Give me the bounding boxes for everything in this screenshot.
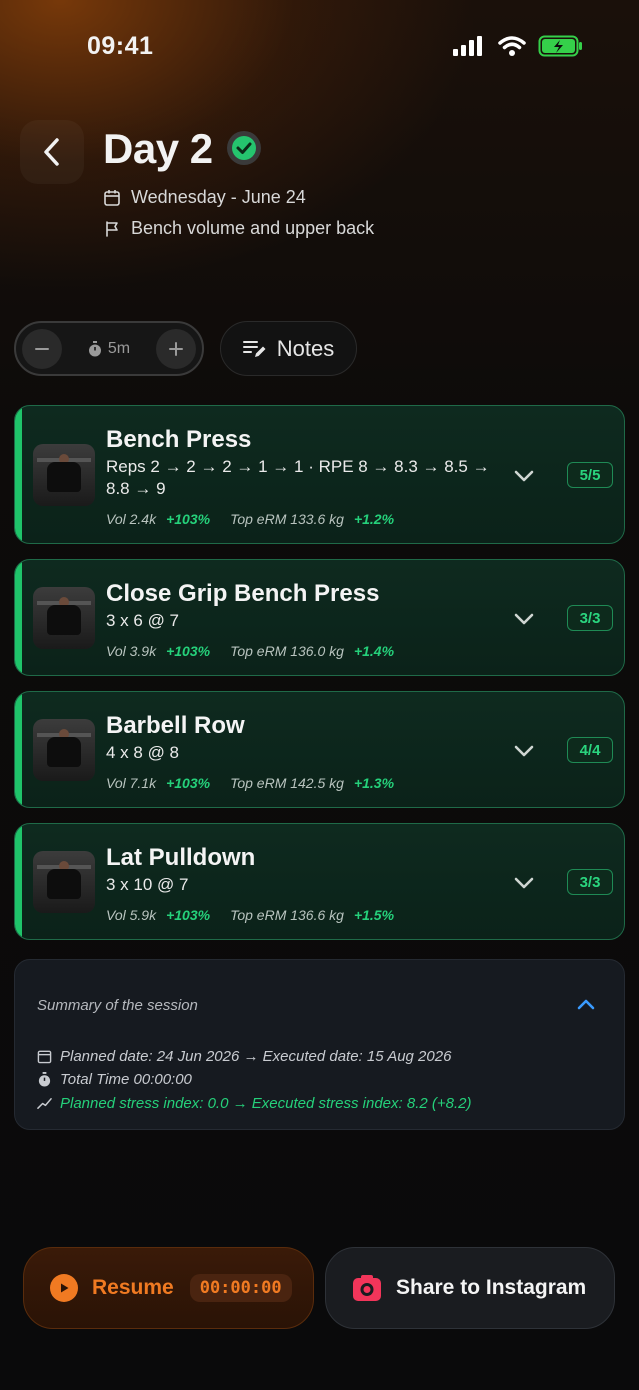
resume-label: Resume [92, 1276, 174, 1299]
status-time: 09:41 [87, 32, 154, 60]
erm-change: +1.5% [353, 907, 395, 923]
volume-value: Vol 5.9k [106, 907, 157, 923]
increase-timer-button[interactable] [155, 328, 196, 369]
volume-change: +103% [166, 775, 211, 791]
flag-icon [106, 220, 118, 237]
completed-check-icon [227, 131, 261, 165]
play-icon [50, 1274, 78, 1302]
exercise-thumbnail [33, 851, 95, 913]
sets-completed-badge: 4/4 [567, 737, 613, 763]
exercise-card-barbell-row[interactable]: Barbell Row 4 x 8 @ 8 Vol 7.1k +103% Top… [14, 691, 625, 808]
sets-completed-badge: 3/3 [567, 869, 613, 895]
calendar-icon [37, 1050, 52, 1064]
timer-value: 5m [107, 339, 131, 357]
stopwatch-icon [38, 1072, 51, 1087]
date-row: Wednesday - June 24 [103, 187, 306, 208]
volume-value: Vol 3.9k [106, 643, 157, 659]
erm-value: Top eRM 142.5 kg [230, 775, 344, 791]
summary-total-time: Total Time 00:00:00 [60, 1071, 192, 1088]
exercise-thumbnail [33, 587, 95, 649]
edit-notes-icon [242, 340, 266, 357]
sets-completed-badge: 5/5 [567, 462, 613, 488]
summary-stress-row: Planned stress index: 0.0 → Executed str… [37, 1095, 471, 1112]
erm-change: +1.2% [353, 511, 395, 527]
exercise-name: Bench Press [106, 426, 252, 453]
resume-button[interactable]: Resume 00:00:00 [23, 1247, 314, 1329]
volume-value: Vol 2.4k [106, 511, 157, 527]
back-button[interactable] [20, 120, 84, 184]
focus-text: Bench volume and upper back [131, 218, 375, 238]
volume-change: +103% [166, 643, 211, 659]
exercise-stats: Vol 2.4k +103% Top eRM 133.6 kg +1.2% [106, 511, 414, 527]
notes-button[interactable]: Notes [220, 321, 357, 376]
exercise-thumbnail [33, 444, 95, 506]
erm-value: Top eRM 136.6 kg [230, 907, 344, 923]
volume-value: Vol 7.1k [106, 775, 157, 791]
chevron-down-icon[interactable] [512, 464, 536, 488]
exercise-stats: Vol 7.1k +103% Top eRM 142.5 kg +1.3% [106, 775, 414, 791]
exercise-name: Lat Pulldown [106, 844, 256, 871]
exercise-card-bench-press[interactable]: Bench Press Reps 2 → 2 → 2 → 1 → 1 · RPE… [14, 405, 625, 544]
battery-icon [538, 35, 582, 57]
erm-change: +1.4% [353, 643, 395, 659]
summary-dates: Planned date: 24 Jun 2026 → Executed dat… [60, 1048, 452, 1065]
summary-time-row: Total Time 00:00:00 [37, 1071, 192, 1088]
page-title: Day 2 [103, 125, 213, 172]
minus-icon [35, 347, 49, 350]
wifi-icon [498, 36, 526, 56]
signal-icon [453, 36, 482, 56]
exercise-sets: Reps 2 → 2 → 2 → 1 → 1 · RPE 8 → 8.3 → 8… [106, 457, 490, 498]
chevron-down-icon[interactable] [512, 871, 536, 895]
exercise-stats: Vol 3.9k +103% Top eRM 136.0 kg +1.4% [106, 643, 414, 659]
plus-icon [168, 341, 183, 356]
share-label: Share to Instagram [396, 1276, 587, 1299]
volume-change: +103% [166, 907, 211, 923]
resume-timer: 00:00:00 [189, 1274, 292, 1302]
status-icons [452, 34, 584, 58]
summary-stress: Planned stress index: 0.0 → Executed str… [60, 1095, 472, 1112]
erm-change: +1.3% [353, 775, 395, 791]
exercise-sets: 4 x 8 @ 8 [106, 743, 180, 762]
sets-completed-badge: 3/3 [567, 605, 613, 631]
chevron-down-icon[interactable] [512, 739, 536, 763]
calendar-icon [104, 189, 120, 206]
exercise-name: Barbell Row [106, 712, 245, 739]
stopwatch-icon [88, 340, 101, 356]
chevron-up-icon[interactable] [575, 993, 597, 1015]
summary-dates-row: Planned date: 24 Jun 2026 → Executed dat… [37, 1048, 451, 1065]
chevron-left-icon [44, 138, 59, 166]
exercise-card-close-grip-bench-press[interactable]: Close Grip Bench Press 3 x 6 @ 7 Vol 3.9… [14, 559, 625, 676]
chevron-down-icon[interactable] [512, 607, 536, 631]
exercise-sets: 3 x 10 @ 7 [106, 875, 189, 894]
erm-value: Top eRM 133.6 kg [230, 511, 344, 527]
trend-icon [37, 1098, 52, 1109]
share-instagram-button[interactable]: Share to Instagram [325, 1247, 615, 1329]
camera-icon [353, 1275, 381, 1301]
date-text: Wednesday - June 24 [131, 187, 306, 207]
notes-label: Notes [276, 335, 335, 361]
session-summary-panel: Summary of the session Planned date: 24 … [14, 959, 625, 1130]
focus-row: Bench volume and upper back [103, 218, 374, 239]
exercise-name: Close Grip Bench Press [106, 580, 380, 607]
exercise-card-lat-pulldown[interactable]: Lat Pulldown 3 x 10 @ 7 Vol 5.9k +103% T… [14, 823, 625, 940]
summary-title: Summary of the session [37, 997, 198, 1014]
erm-value: Top eRM 136.0 kg [230, 643, 344, 659]
decrease-timer-button[interactable] [22, 328, 62, 369]
volume-change: +103% [166, 511, 211, 527]
exercise-sets: 3 x 6 @ 7 [106, 611, 180, 630]
rest-timer-stepper: 5m [14, 321, 204, 376]
exercise-thumbnail [33, 719, 95, 781]
exercise-stats: Vol 5.9k +103% Top eRM 136.6 kg +1.5% [106, 907, 414, 923]
timer-display: 5m [88, 340, 130, 358]
